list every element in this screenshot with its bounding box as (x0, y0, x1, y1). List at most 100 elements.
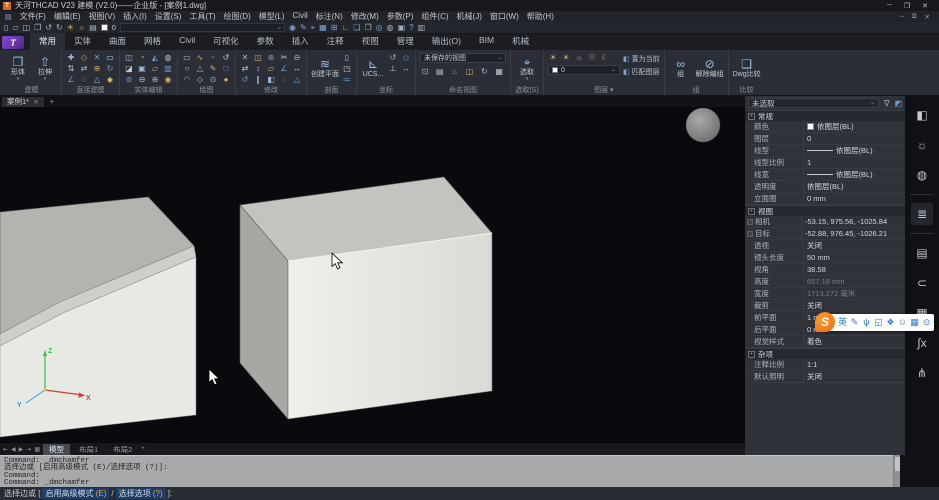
tab-注释[interactable]: 注释 (318, 33, 353, 50)
layout-nav-icon-0[interactable]: ⇤ (3, 446, 8, 453)
selection-dropdown[interactable]: 未选取 ⌄ (748, 98, 879, 108)
prompt-option[interactable]: 启用高级模式 (E) (42, 488, 109, 499)
ribbon-tool-icon[interactable]: ✎ (208, 64, 218, 74)
ribbon-tool-icon[interactable]: ↻ (479, 67, 489, 77)
tab-Civil[interactable]: Civil (170, 33, 204, 50)
properties-section-视图[interactable]: ▪视图 (745, 205, 905, 216)
close-button[interactable]: ✕ (922, 2, 928, 10)
ortho-icon[interactable]: ∟ (341, 24, 349, 32)
menu-item-工具(T)[interactable]: 工具(T) (189, 11, 215, 22)
ribbon-tool-icon[interactable]: ▯ (342, 53, 352, 63)
new-file-icon[interactable]: ▯ (4, 24, 8, 32)
property-value[interactable]: -52.88, 976.45, -1026.21 (801, 228, 905, 239)
ribbon-tool-icon[interactable]: △ (195, 64, 205, 74)
property-value[interactable]: 着色 (803, 336, 905, 347)
named-views-dropdown[interactable]: 未保存的视图⌄ (420, 53, 506, 63)
toolbox-icon[interactable]: ▦ (909, 314, 920, 331)
ribbon-tool-icon[interactable]: ↺ (388, 53, 398, 63)
tab-机械[interactable]: 机械 (503, 33, 538, 50)
menu-item-设置(S)[interactable]: 设置(S) (155, 11, 182, 22)
ribbon-button-选取[interactable]: ⌖选取▾ (515, 51, 539, 86)
ribbon-tool-icon[interactable]: ▭ (105, 53, 115, 63)
property-value[interactable]: 0 mm (803, 193, 905, 204)
ribbon-tool-icon[interactable]: ↔ (401, 64, 411, 74)
property-value[interactable]: 依图层(BL) (803, 181, 905, 192)
plot-icon[interactable]: ▤ (89, 24, 97, 32)
ribbon-tool-icon[interactable]: ⇄ (240, 64, 250, 74)
prompt-option[interactable]: 选择选项 (?) (116, 488, 166, 499)
ribbon-tool-icon[interactable]: ↺ (221, 53, 231, 63)
ribbon-tool-icon[interactable]: ▱ (150, 64, 160, 74)
properties-section-常规[interactable]: ▪常规 (745, 110, 905, 121)
menu-item-文件(F)[interactable]: 文件(F) (20, 11, 46, 22)
layer-bulb-icon[interactable]: ☼ (574, 53, 584, 63)
menu-item-插入(I)[interactable]: 插入(I) (123, 11, 147, 22)
property-value[interactable]: 关闭 (803, 371, 905, 382)
settings-icon[interactable]: ⊙ (921, 314, 932, 331)
ribbon-tool-icon[interactable]: ● (221, 75, 231, 85)
property-value[interactable]: 依图层(BL) (803, 169, 905, 180)
ribbon-tool-icon[interactable]: △ (292, 75, 302, 85)
open-file-icon[interactable]: ▱ (12, 24, 18, 32)
eye-icon[interactable]: ◎ (376, 24, 383, 32)
ribbon-tool-icon[interactable]: ∿ (195, 53, 205, 63)
ribbon-button-形体[interactable]: ❒形体▾ (6, 51, 30, 86)
bulb-on-icon[interactable]: ☀ (67, 24, 74, 32)
layer-bulb-icon[interactable]: ☾ (600, 53, 610, 63)
property-value[interactable]: 50 mm (803, 252, 905, 263)
menu-item-参数(P)[interactable]: 参数(P) (387, 11, 414, 22)
light-icon[interactable]: ☼ (911, 134, 933, 156)
tab-常用[interactable]: 常用 (30, 33, 65, 50)
structure-icon[interactable]: ⋔ (911, 362, 933, 384)
layout-nav-icon-3[interactable]: ⇥ (26, 446, 31, 453)
handwriting-icon[interactable]: ✎ (849, 314, 860, 331)
new-tab-button[interactable]: + (50, 97, 55, 106)
layer-dropdown[interactable]: ⌄ (120, 23, 285, 32)
layer-bulb-icon[interactable]: ☀ (561, 53, 571, 63)
ribbon-tool-icon[interactable]: ▦ (494, 67, 504, 77)
save-icon[interactable]: ◫ (23, 24, 31, 32)
ribbon-button-拉伸[interactable]: ⇧拉伸▾ (33, 51, 57, 86)
ribbon-tool-icon[interactable]: ∥ (253, 75, 263, 85)
model-3d-icon[interactable]: ◧ (911, 104, 933, 126)
tab-可视化[interactable]: 可视化 (204, 33, 248, 50)
help-icon[interactable]: ? (409, 24, 413, 32)
menu-item-组件(C)[interactable]: 组件(C) (421, 11, 448, 22)
ribbon-tool-icon[interactable]: ◫ (464, 67, 474, 77)
ribbon-tool-icon[interactable]: ⊙ (208, 75, 218, 85)
ribbon-tool-icon[interactable]: ⇄ (79, 64, 89, 74)
cube-front-face[interactable] (288, 233, 492, 419)
language-icon[interactable]: 英 (837, 314, 848, 331)
add-layout-button[interactable]: + (141, 446, 145, 452)
save-as-icon[interactable]: ❐ (34, 24, 41, 32)
menu-item-Civil[interactable]: Civil (293, 11, 308, 22)
ribbon-tool-icon[interactable]: ⊡ (420, 67, 430, 77)
ribbon-tool-icon[interactable]: ◧ (266, 75, 276, 85)
ribbon-tool-icon[interactable]: ↻ (105, 64, 115, 74)
drawing-canvas[interactable]: Z X Y (0, 107, 745, 443)
close-tab-icon[interactable]: ✕ (33, 98, 38, 106)
menu-item-标注(N)[interactable]: 标注(N) (316, 11, 343, 22)
filter-icon[interactable]: ∇ (884, 99, 889, 108)
tab-BIM[interactable]: BIM (470, 33, 503, 50)
tab-实体[interactable]: 实体 (65, 33, 100, 50)
ribbon-tool-icon[interactable]: ⇅ (66, 64, 76, 74)
ribbon-tool-icon[interactable]: ✚ (66, 53, 76, 63)
ribbon-tool-icon[interactable]: ◳ (342, 64, 352, 74)
layer-select-dropdown[interactable]: 0⌄ (548, 65, 620, 75)
window-tile-icon[interactable]: ▣ (398, 24, 406, 32)
tab-参数[interactable]: 参数 (248, 33, 283, 50)
mdi-minimize-button[interactable]: ─ (899, 13, 904, 21)
ribbon-tool-icon[interactable]: ◫ (253, 53, 263, 63)
redo-icon[interactable]: ↻ (56, 24, 63, 32)
undo-icon[interactable]: ↺ (45, 24, 52, 32)
property-value[interactable]: 关闭 (803, 240, 905, 251)
grid-icon[interactable]: ▦ (319, 24, 327, 32)
ribbon-tool-icon[interactable]: △ (92, 75, 102, 85)
property-value[interactable]: 1713.272 毫米 (803, 288, 905, 299)
menu-item-模型(L)[interactable]: 模型(L) (259, 11, 285, 22)
ribbon-tool-icon[interactable]: ◍ (163, 53, 173, 63)
ribbon-tool-icon[interactable]: ⊕ (150, 75, 160, 85)
ribbon-tool-icon[interactable]: ✂ (279, 53, 289, 63)
emoji-icon[interactable]: ☺ (897, 314, 908, 331)
